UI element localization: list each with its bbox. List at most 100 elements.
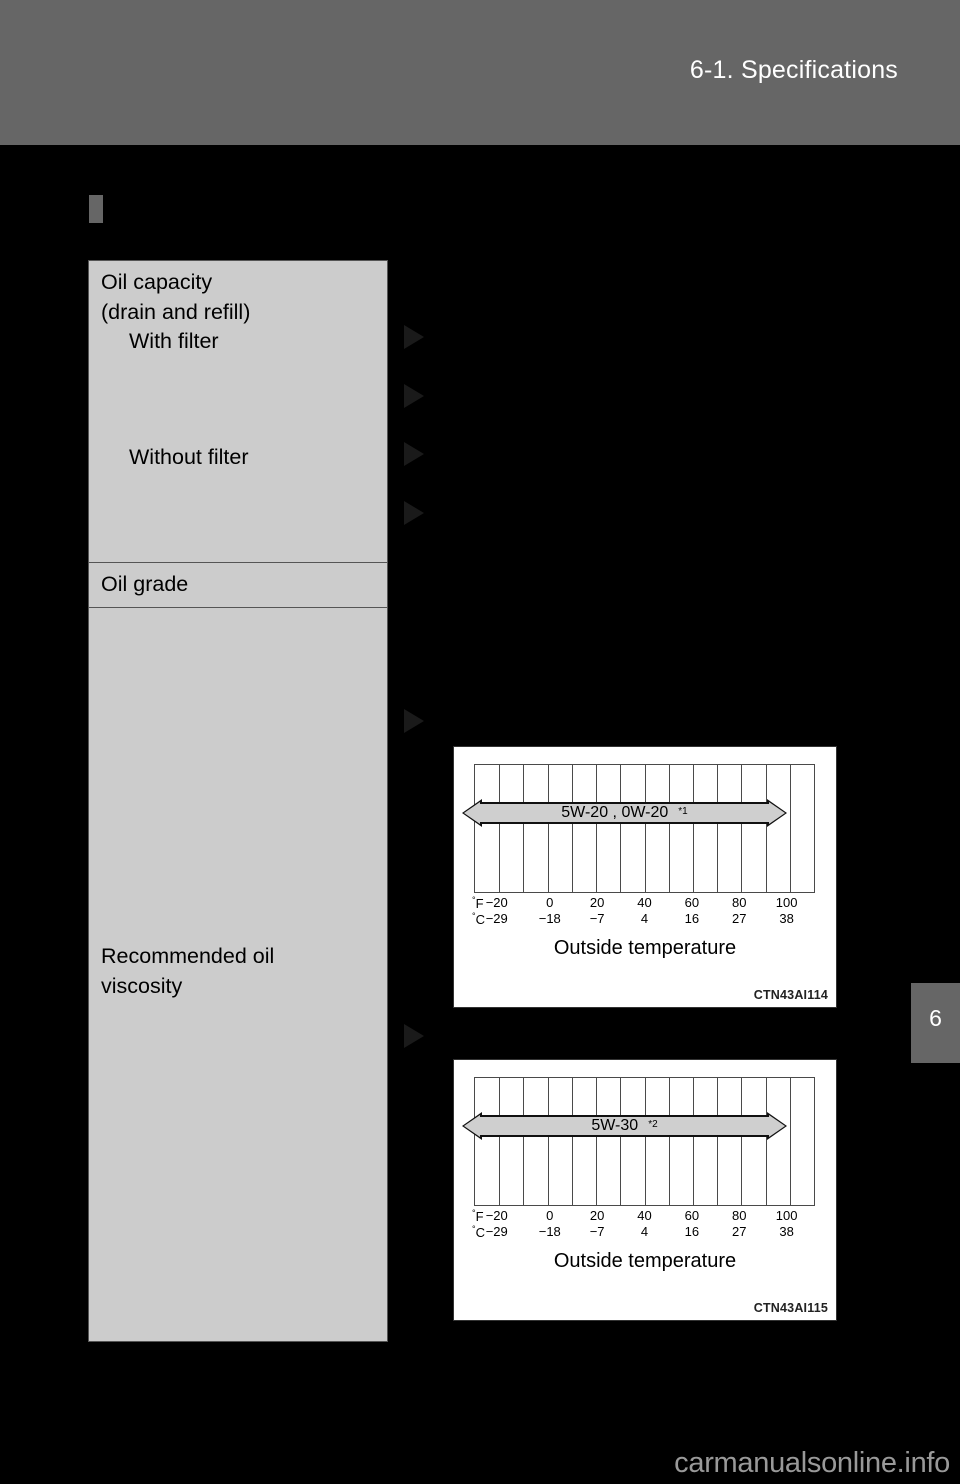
fahrenheit-tick-label: 40 <box>637 895 652 910</box>
fahrenheit-tick-label: −20 <box>485 895 508 910</box>
table-row-oil-grade: Oil grade <box>89 563 387 608</box>
chart-gridline <box>523 765 525 892</box>
chart-gridline <box>523 1078 525 1205</box>
table-row-oil-capacity: Oil capacity (drain and refill) With fil… <box>89 261 387 563</box>
viscosity-range-arrow-2: 5W-30 *2 <box>462 1112 787 1140</box>
fahrenheit-tick-label: 20 <box>589 1208 605 1223</box>
celsius-unit-label-2: °C <box>472 1224 485 1240</box>
fahrenheit-unit-label-1: °F <box>472 895 484 911</box>
triangle-bullet-icon-1 <box>404 325 424 349</box>
triangle-bullet-icon-5 <box>404 709 424 733</box>
chart-gridline <box>668 765 670 892</box>
table-row-recommended-viscosity: Recommended oil viscosity <box>89 608 387 1341</box>
triangle-bullet-icon-3 <box>404 442 424 466</box>
with-filter-label: With filter <box>129 329 219 353</box>
viscosity-chart-panel-2: 5W-30 *2 °F −20 0 20 40 60 80 100 °C −29 −18 −7 4 1… <box>453 1059 837 1321</box>
chart-gridline <box>717 765 719 892</box>
chart-gridline <box>692 1078 694 1205</box>
site-watermark: carmanualsonline.info <box>674 1447 950 1479</box>
viscosity-grade-label-2: 5W-30 *2 <box>462 1117 787 1135</box>
celsius-tick-label: 16 <box>684 1224 700 1239</box>
fahrenheit-scale-1: °F −20 0 20 40 60 80 100 <box>472 895 815 912</box>
celsius-tick-label: 27 <box>731 911 747 926</box>
fahrenheit-tick-label: 80 <box>731 1208 747 1223</box>
viscosity-grade-text-1: 5W-20 , 0W-20 <box>561 804 669 821</box>
chart-gridline <box>547 765 549 892</box>
chart-gridline <box>499 765 501 892</box>
oil-grade-label: Oil grade <box>101 572 189 596</box>
section-bullet-icon <box>89 195 103 223</box>
celsius-tick-label: −7 <box>589 1224 605 1239</box>
triangle-bullet-icon-4 <box>404 501 424 525</box>
chart-gridline <box>717 1078 719 1205</box>
celsius-tick-label: −18 <box>538 911 561 926</box>
celsius-tick-label: −29 <box>485 911 508 926</box>
footnote-marker-2: *2 <box>648 1119 658 1130</box>
chart-plot-area-1 <box>474 764 815 893</box>
celsius-scale-1: °C −29 −18 −7 4 16 27 38 <box>472 911 815 928</box>
chart-gridline <box>620 1078 622 1205</box>
chart-gridline <box>571 765 573 892</box>
celsius-tick-label: 4 <box>640 911 649 926</box>
chart-gridline <box>765 1078 767 1205</box>
viscosity-range-arrow-1: 5W-20 , 0W-20 *1 <box>462 799 787 827</box>
without-filter-label: Without filter <box>129 445 249 469</box>
chart-gridline <box>547 1078 549 1205</box>
fahrenheit-tick-label: 100 <box>775 895 798 910</box>
celsius-tick-label: 38 <box>779 911 794 926</box>
recommended-viscosity-label-line1: Recommended oil <box>101 944 275 968</box>
chart-gridline <box>644 1078 646 1205</box>
chart-gridline <box>789 765 791 892</box>
celsius-tick-label: −29 <box>485 1224 508 1239</box>
page-title: 6-1. Specifications <box>689 56 898 84</box>
fahrenheit-tick-label: 60 <box>684 895 700 910</box>
celsius-tick-label: −18 <box>538 1224 561 1239</box>
fahrenheit-tick-label: −20 <box>485 1208 508 1223</box>
celsius-unit-label-1: °C <box>472 911 485 927</box>
chart-plot-area-2 <box>474 1077 815 1206</box>
celsius-tick-label: 4 <box>640 1224 649 1239</box>
chart-gridline <box>668 1078 670 1205</box>
chart-gridline <box>789 1078 791 1205</box>
chart-gridline <box>692 765 694 892</box>
fahrenheit-tick-label: 80 <box>731 895 747 910</box>
viscosity-grade-label-1: 5W-20 , 0W-20 *1 <box>462 804 787 822</box>
outside-temperature-caption-1: Outside temperature <box>553 937 737 959</box>
fahrenheit-tick-label: 20 <box>589 895 605 910</box>
chart-gridline <box>620 765 622 892</box>
fahrenheit-unit-label-2: °F <box>472 1208 484 1224</box>
fahrenheit-tick-label: 0 <box>546 1208 554 1223</box>
triangle-bullet-icon-6 <box>404 1024 424 1048</box>
triangle-bullet-icon-2 <box>404 384 424 408</box>
oil-capacity-title: Oil capacity <box>101 270 213 294</box>
chart-gridline <box>499 1078 501 1205</box>
chart-gridline <box>596 765 598 892</box>
chapter-number: 6 <box>929 1005 942 1031</box>
oil-capacity-subtitle: (drain and refill) <box>101 300 251 324</box>
outside-temperature-caption-2: Outside temperature <box>553 1250 737 1272</box>
fahrenheit-scale-2: °F −20 0 20 40 60 80 100 <box>472 1208 815 1225</box>
chapter-tab: 6 <box>911 983 960 1063</box>
chart-gridline <box>596 1078 598 1205</box>
chart-gridline <box>571 1078 573 1205</box>
fahrenheit-tick-label: 0 <box>546 895 554 910</box>
fahrenheit-tick-label: 100 <box>775 1208 798 1223</box>
recommended-viscosity-label-line2: viscosity <box>101 974 183 998</box>
chart-gridline <box>741 765 743 892</box>
illustration-code-2: CTN43AI115 <box>753 1301 828 1315</box>
chart-gridline <box>741 1078 743 1205</box>
celsius-scale-2: °C −29 −18 −7 4 16 27 38 <box>472 1224 815 1241</box>
celsius-tick-label: 27 <box>731 1224 747 1239</box>
viscosity-grade-text-2: 5W-30 <box>591 1117 639 1134</box>
specifications-table: Oil capacity (drain and refill) With fil… <box>88 260 388 1342</box>
viscosity-chart-panel-1: 5W-20 , 0W-20 *1 °F −20 0 20 40 60 80 100 °C −2… <box>453 746 837 1008</box>
celsius-tick-label: 16 <box>684 911 700 926</box>
chart-gridline <box>765 765 767 892</box>
illustration-code-1: CTN43AI114 <box>753 988 828 1002</box>
fahrenheit-tick-label: 40 <box>637 1208 652 1223</box>
celsius-tick-label: −7 <box>589 911 605 926</box>
chart-gridline <box>644 765 646 892</box>
celsius-tick-label: 38 <box>779 1224 794 1239</box>
page-header-band: 6-1. Specifications <box>0 0 960 145</box>
fahrenheit-tick-label: 60 <box>684 1208 700 1223</box>
